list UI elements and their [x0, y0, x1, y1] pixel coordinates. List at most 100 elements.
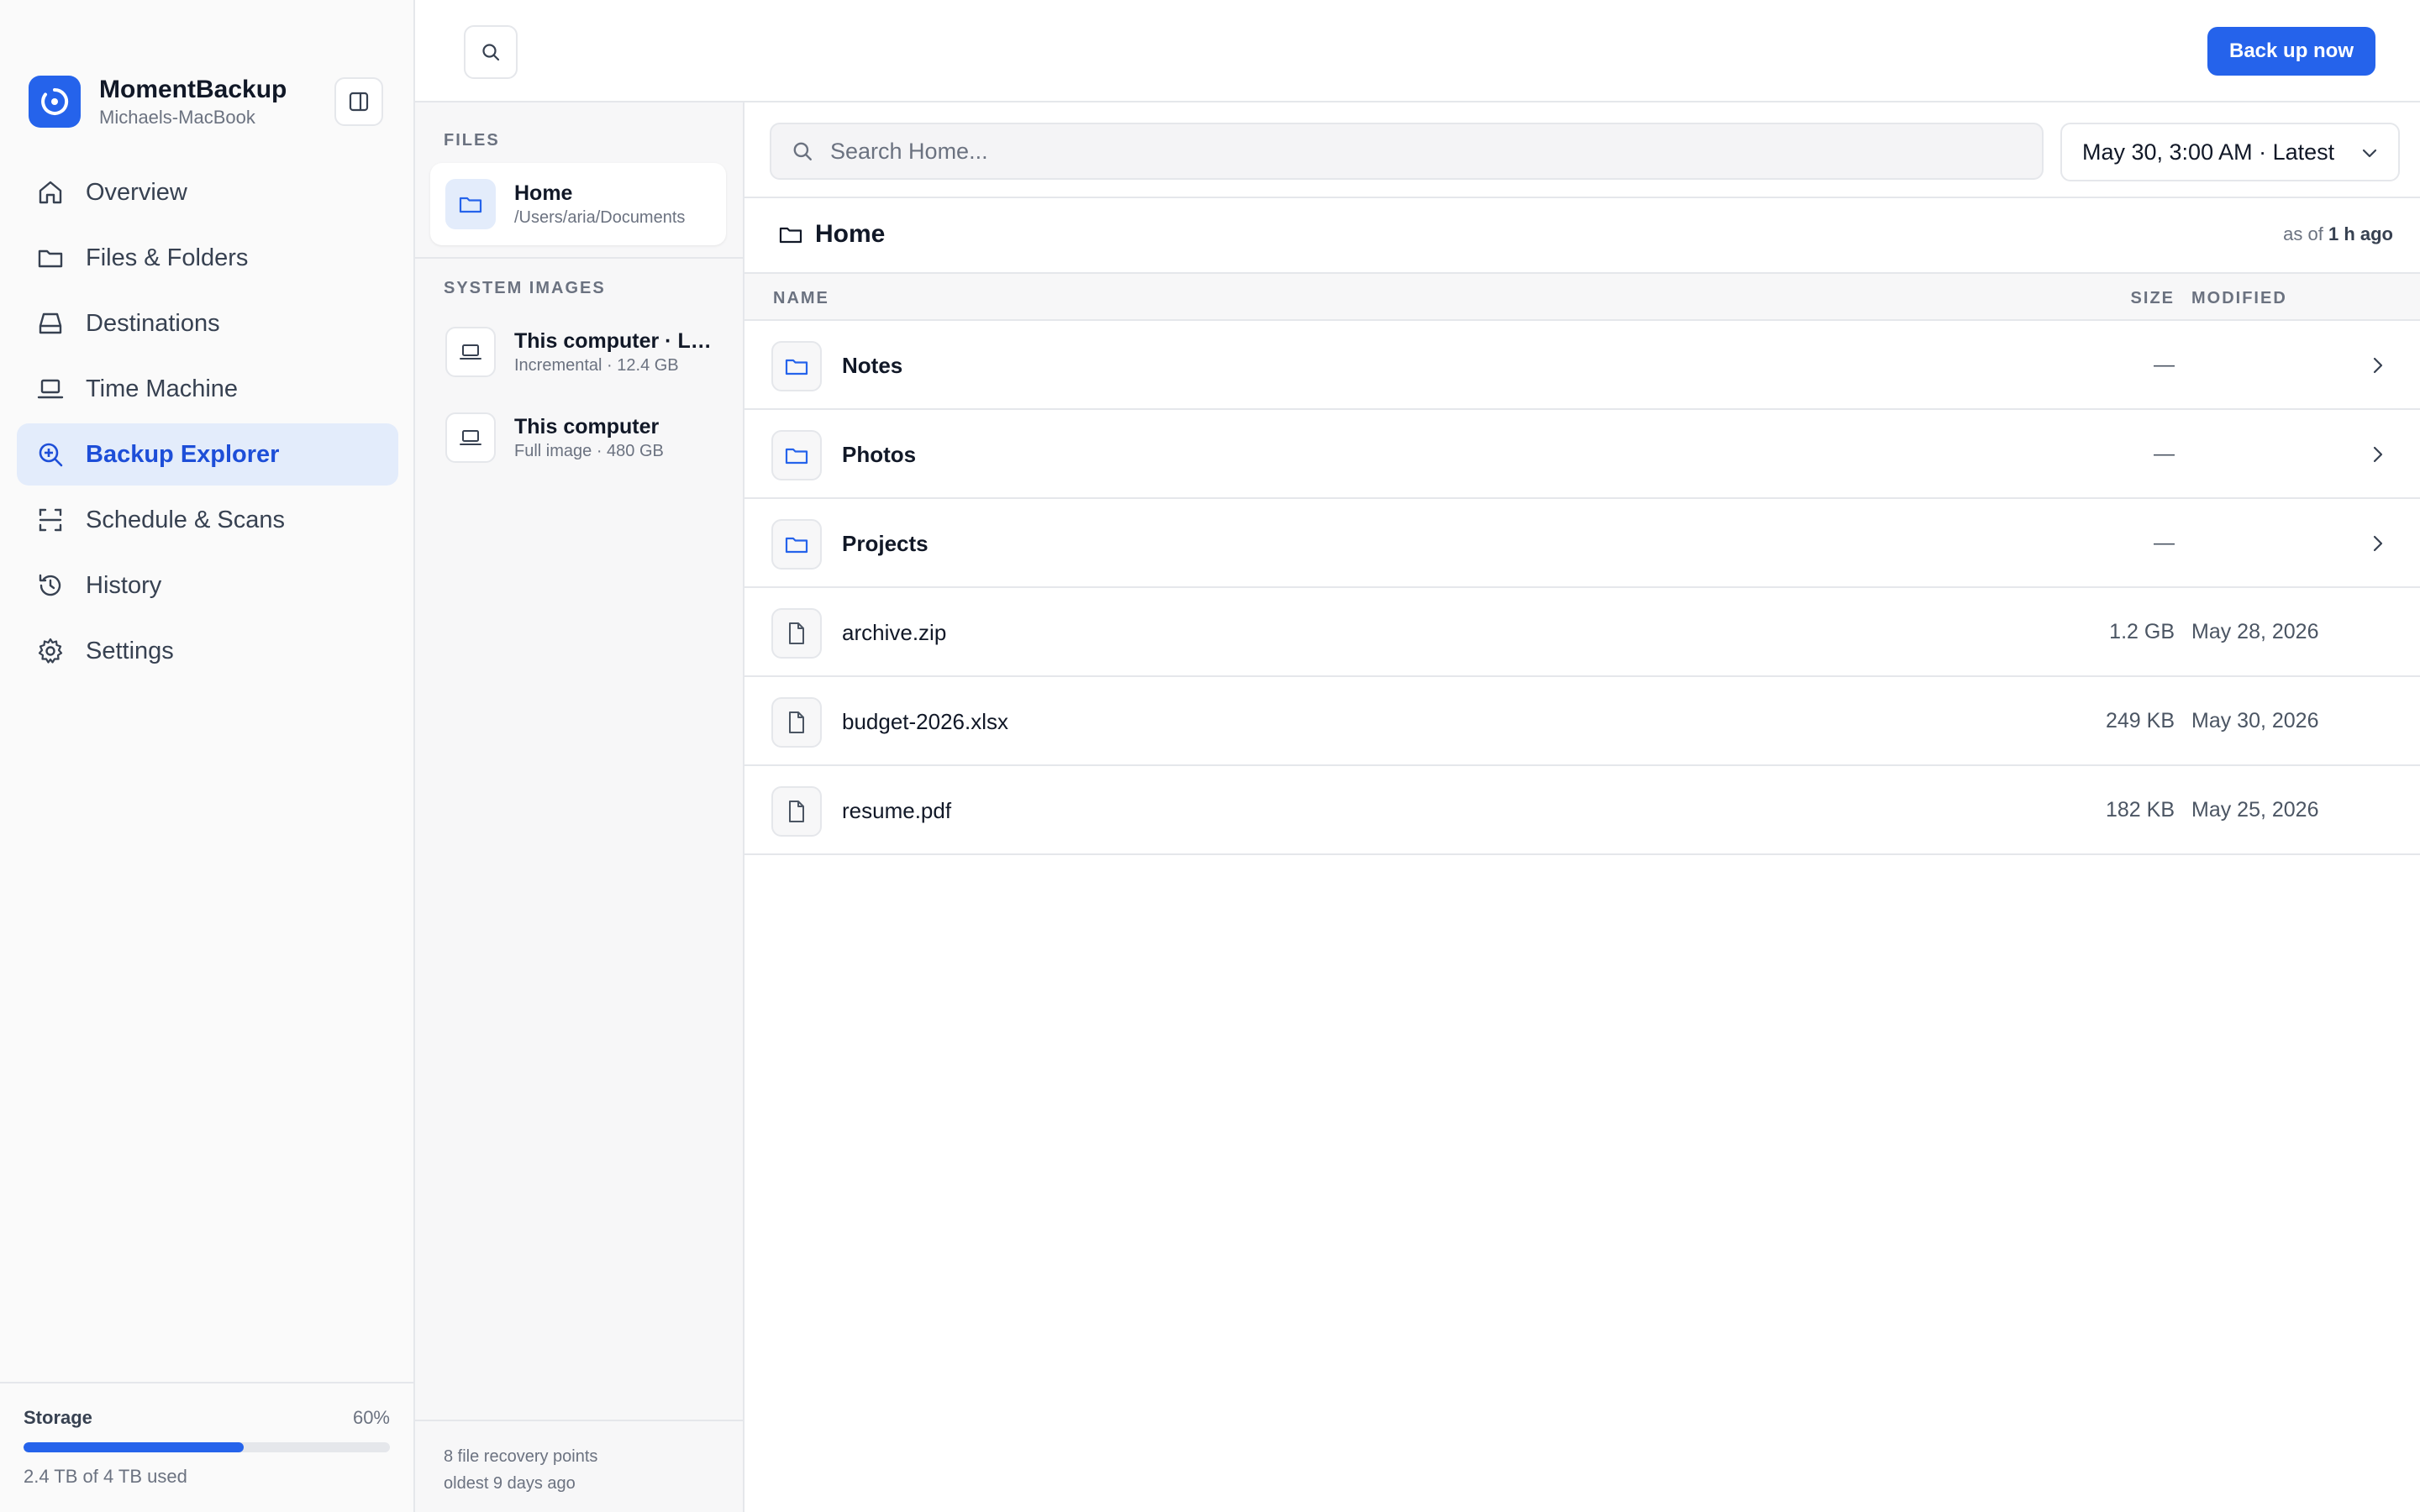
- breadcrumb: Home: [778, 220, 885, 249]
- row-modified: May 28, 2026: [2191, 620, 2319, 643]
- back-up-now-button[interactable]: Back up now: [2207, 27, 2375, 76]
- row-name: Projects: [842, 531, 929, 556]
- laptop-icon: [35, 374, 66, 404]
- folder-icon: [771, 341, 822, 391]
- chevron-right-icon[interactable]: [2368, 533, 2388, 559]
- scan-icon: [35, 505, 66, 535]
- folder-icon: [35, 243, 66, 273]
- sidebar-item-label: Destinations: [86, 309, 220, 337]
- sidebar-item-files-folders[interactable]: Files & Folders: [17, 227, 398, 289]
- row-size: 249 KB: [2105, 709, 2175, 732]
- table-row[interactable]: resume.pdf 182 KB May 25, 2026: [744, 766, 2420, 855]
- panel-divider: [415, 257, 743, 259]
- recovery-point-select[interactable]: May 30, 3:00 AM · Latest: [2060, 123, 2400, 181]
- system-image-item-incremental[interactable]: This computer · La... Incremental · 12.4…: [430, 311, 726, 393]
- collapse-sidebar-button[interactable]: [334, 77, 383, 126]
- sidebar-item-label: Schedule & Scans: [86, 506, 285, 533]
- laptop-icon: [445, 412, 496, 463]
- home-icon: [35, 177, 66, 207]
- sidebar-item-backup-explorer[interactable]: Backup Explorer: [17, 423, 398, 486]
- sidebar-item-label: Overview: [86, 178, 187, 206]
- sidebar-nav: Overview Files & Folders Destinations Ti…: [17, 161, 398, 685]
- column-header-size[interactable]: SIZE: [2131, 289, 2175, 308]
- row-name: Photos: [842, 442, 917, 467]
- chevron-right-icon[interactable]: [2368, 444, 2388, 470]
- row-name: resume.pdf: [842, 798, 952, 823]
- system-images-heading: SYSTEM IMAGES: [444, 279, 606, 297]
- drive-icon: [35, 308, 66, 339]
- sidebar-item-history[interactable]: History: [17, 554, 398, 617]
- row-size: —: [2154, 442, 2175, 465]
- row-modified: May 30, 2026: [2191, 709, 2319, 732]
- storage-used-text: 2.4 TB of 4 TB used: [24, 1466, 187, 1487]
- sidebar-item-label: Settings: [86, 637, 174, 664]
- recovery-points-count: 8 file recovery points: [444, 1447, 598, 1466]
- chevron-down-icon: [2362, 149, 2377, 158]
- sidebar-item-label: Time Machine: [86, 375, 239, 402]
- table-row[interactable]: archive.zip 1.2 GB May 28, 2026: [744, 588, 2420, 677]
- storage-percent: 60%: [352, 1407, 390, 1428]
- file-icon: [771, 786, 822, 837]
- gear-icon: [35, 636, 66, 666]
- column-header-modified[interactable]: MODIFIED: [2191, 289, 2287, 308]
- table-row[interactable]: Notes —: [744, 321, 2420, 410]
- table-row[interactable]: Photos —: [744, 410, 2420, 499]
- folder-icon: [771, 430, 822, 480]
- snapshot-age-value: 1 h ago: [2328, 223, 2393, 244]
- file-icon: [771, 697, 822, 748]
- folder-icon: [778, 222, 803, 247]
- top-bar: Back up now: [415, 0, 2420, 102]
- system-image-subtitle: Full image · 480 GB: [514, 442, 664, 460]
- breadcrumb-current: Home: [815, 220, 886, 248]
- sidebar-item-schedule-scans[interactable]: Schedule & Scans: [17, 489, 398, 551]
- system-image-subtitle: Incremental · 12.4 GB: [514, 356, 679, 375]
- storage-widget: Storage 60% 2.4 TB of 4 TB used: [0, 1382, 413, 1512]
- table-row[interactable]: Projects —: [744, 499, 2420, 588]
- app-logo-icon: [29, 76, 81, 128]
- system-image-item-full[interactable]: This computer Full image · 480 GB: [430, 396, 726, 479]
- search-icon: [482, 44, 500, 61]
- recovery-points-oldest: oldest 9 days ago: [444, 1474, 576, 1493]
- app-name: MomentBackup: [99, 76, 287, 103]
- column-header-name[interactable]: NAME: [773, 289, 829, 308]
- storage-label: Storage: [24, 1407, 92, 1428]
- brand: MomentBackup Michaels-MacBook: [29, 74, 287, 129]
- laptop-icon: [445, 327, 496, 377]
- table-header: NAME SIZE MODIFIED: [744, 272, 2420, 321]
- search-field[interactable]: [770, 123, 2044, 180]
- sidebar-item-settings[interactable]: Settings: [17, 620, 398, 682]
- files-heading: FILES: [444, 131, 500, 150]
- toolbar-divider: [744, 197, 2420, 198]
- search-zoom-icon: [35, 439, 66, 470]
- global-search-button[interactable]: [464, 25, 518, 79]
- system-image-title: This computer: [514, 415, 660, 438]
- sidebar-item-time-machine[interactable]: Time Machine: [17, 358, 398, 420]
- search-icon: [793, 142, 812, 160]
- search-input[interactable]: [830, 138, 2007, 165]
- row-size: —: [2154, 353, 2175, 376]
- system-image-title: This computer · La...: [514, 329, 716, 353]
- table-row[interactable]: budget-2026.xlsx 249 KB May 30, 2026: [744, 677, 2420, 766]
- history-icon: [35, 570, 66, 601]
- row-modified: May 25, 2026: [2191, 798, 2319, 822]
- storage-progress-fill: [24, 1442, 244, 1452]
- sidebar-item-label: History: [86, 571, 162, 599]
- sidebar-item-overview[interactable]: Overview: [17, 161, 398, 223]
- chevron-right-icon[interactable]: [2368, 354, 2388, 381]
- explorer-main: May 30, 3:00 AM · Latest Home as of 1 h …: [744, 102, 2420, 1512]
- recovery-points-summary: 8 file recovery points oldest 9 days ago: [415, 1420, 743, 1512]
- storage-progress-bar: [24, 1442, 390, 1452]
- row-size: 182 KB: [2105, 798, 2175, 822]
- source-item-home[interactable]: Home /Users/aria/Documents: [430, 163, 726, 245]
- sidebar-item-label: Files & Folders: [86, 244, 249, 271]
- sidebar-item-label: Backup Explorer: [86, 440, 280, 468]
- sidebar-item-destinations[interactable]: Destinations: [17, 292, 398, 354]
- folder-icon: [771, 519, 822, 570]
- row-size: 1.2 GB: [2109, 620, 2175, 643]
- device-name: Michaels-MacBook: [99, 107, 255, 128]
- row-name: archive.zip: [842, 620, 947, 645]
- recovery-point-value: May 30, 3:00 AM · Latest: [2082, 139, 2335, 165]
- file-icon: [771, 608, 822, 659]
- folder-icon: [445, 179, 496, 229]
- row-size: —: [2154, 531, 2175, 554]
